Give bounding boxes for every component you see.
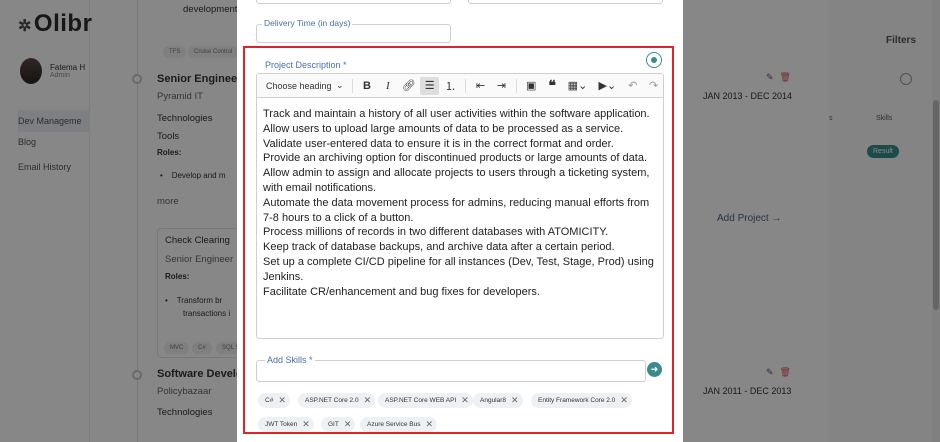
ai-assist-icon[interactable]	[646, 52, 662, 68]
delivery-time-label: Delivery Time (in days)	[262, 18, 353, 28]
description-line: Allow admin to assign and allocate proje…	[263, 167, 650, 194]
description-line: Keep track of database backups, and arch…	[263, 241, 615, 254]
heading-dropdown[interactable]: Choose heading ⌄	[263, 77, 347, 95]
toolbar-divider	[465, 78, 466, 93]
description-line: Process millions of records in two diffe…	[263, 226, 609, 239]
input-field[interactable]	[256, 0, 451, 4]
skill-chip: Angular8 ✕	[473, 393, 523, 408]
undo-icon[interactable]: ↶	[623, 77, 642, 95]
toolbar-divider	[515, 78, 517, 93]
numbered-list-icon[interactable]: ⒈	[441, 77, 460, 95]
close-icon[interactable]: ✕	[425, 419, 433, 430]
description-line: Automate the data movement process for a…	[263, 196, 650, 224]
description-line: Validate user-entered data to ensure it …	[263, 137, 614, 150]
close-icon[interactable]: ✕	[620, 395, 628, 406]
add-icon[interactable]: ➜	[647, 362, 662, 377]
close-icon[interactable]: ✕	[364, 395, 372, 406]
editor-toolbar: Choose heading ⌄ B I 🔗︎ ☰ ⒈ ⇤ ⇥ ▣ ❝ ▦⌄ ▶…	[257, 74, 663, 98]
project-description-editor[interactable]: Choose heading ⌄ B I 🔗︎ ☰ ⒈ ⇤ ⇥ ▣ ❝ ▦⌄ ▶…	[256, 73, 664, 339]
input-field[interactable]	[468, 0, 663, 4]
skills-label: Add Skills *	[265, 355, 315, 365]
close-icon[interactable]: ✕	[302, 419, 310, 430]
editor-content[interactable]: Track and maintain a history of all user…	[263, 107, 659, 299]
close-icon[interactable]: ✕	[278, 395, 286, 406]
close-icon[interactable]: ✕	[511, 395, 519, 406]
close-icon[interactable]: ✕	[461, 395, 469, 406]
media-icon[interactable]: ▶⌄	[593, 77, 621, 95]
skill-chip: ASP.NET Core WEB API ✕	[378, 393, 473, 408]
description-line: Provide an archiving option for disconti…	[263, 152, 648, 165]
description-line: Allow users to upload large amounts of d…	[263, 122, 624, 135]
skill-chip: ASP.NET Core 2.0 ✕	[298, 393, 376, 408]
bulleted-list-icon[interactable]: ☰	[420, 76, 440, 95]
skill-chip: Azure Service Bus ✕	[360, 417, 438, 432]
skill-chip: GIT ✕	[321, 417, 356, 432]
indent-icon[interactable]: ⇥	[492, 77, 511, 95]
close-icon[interactable]: ✕	[344, 419, 352, 430]
project-description-label: Project Description *	[265, 60, 347, 70]
skill-chip: Entity Framework Core 2.0 ✕	[531, 393, 632, 408]
description-line: Facilitate CR/enhancement and bug fixes …	[263, 285, 540, 298]
toolbar-divider	[351, 78, 353, 93]
redo-icon[interactable]: ↷	[644, 77, 663, 95]
chevron-down-icon: ⌄	[336, 80, 344, 90]
description-line: Track and maintain a history of all user…	[263, 108, 650, 120]
quote-icon[interactable]: ❝	[543, 77, 562, 95]
heading-dropdown-value: Choose heading	[266, 80, 332, 91]
skill-chip: C# ✕	[258, 393, 290, 408]
skill-chip: JWT Token ✕	[258, 417, 314, 432]
italic-icon[interactable]: I	[378, 77, 397, 95]
image-icon[interactable]: ▣	[522, 77, 541, 95]
description-line: Set up a complete CI/CD pipeline for all…	[263, 255, 654, 283]
outdent-icon[interactable]: ⇤	[471, 77, 490, 95]
link-icon[interactable]: 🔗︎	[399, 77, 418, 95]
table-icon[interactable]: ▦⌄	[564, 77, 592, 95]
bold-icon[interactable]: B	[358, 77, 377, 95]
